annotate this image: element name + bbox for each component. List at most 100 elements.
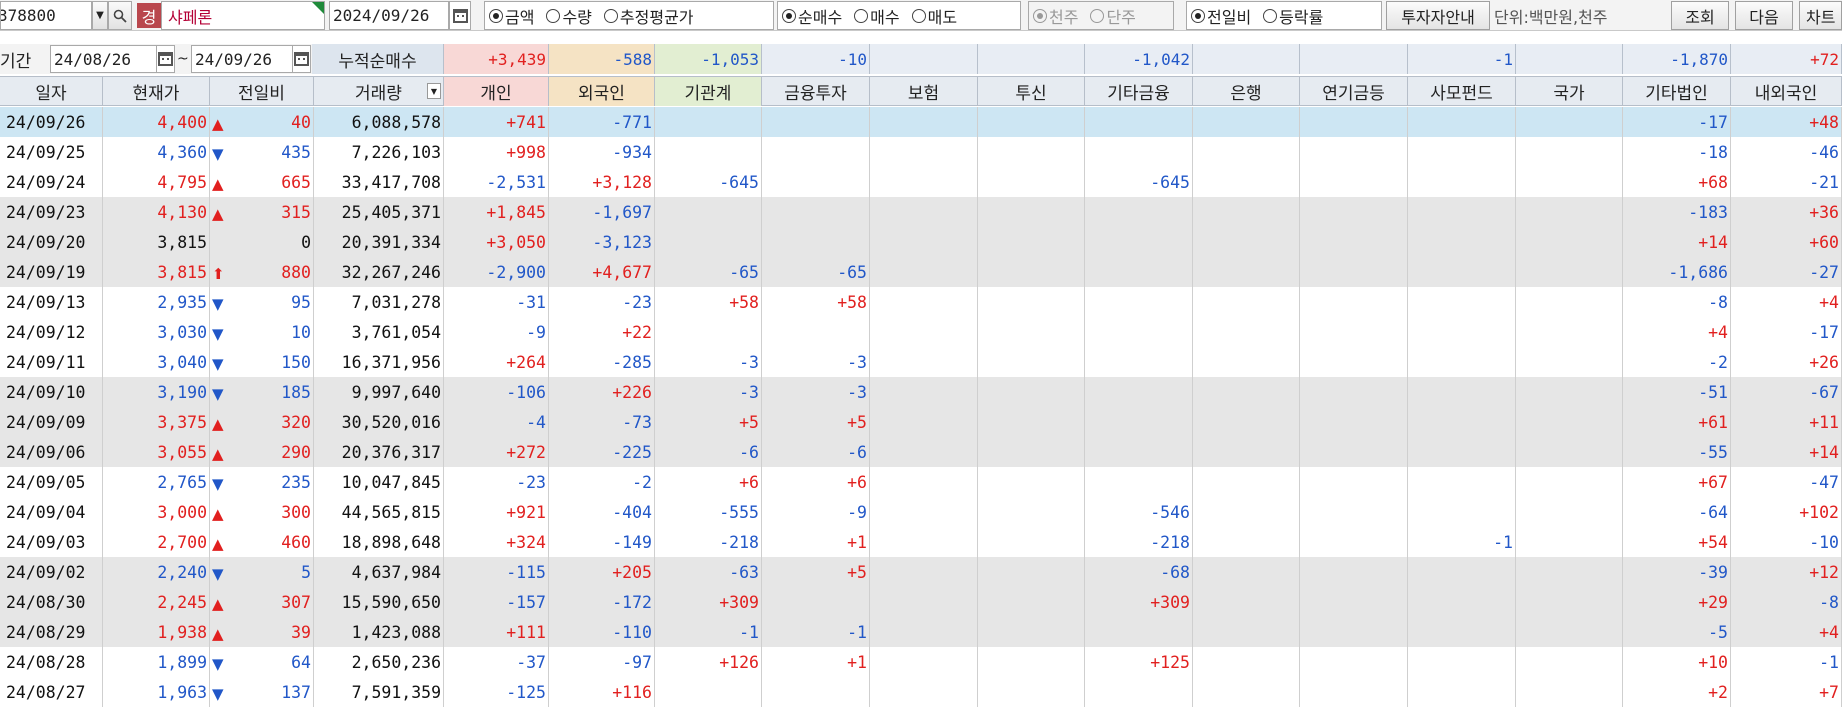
investor-cell	[1516, 287, 1623, 317]
column-header[interactable]: 일자	[0, 77, 103, 106]
table-row[interactable]: 24/08/28 1,899 ▼ 64 2,650,236 -37 -97 +126 +1 +12…	[0, 647, 1842, 677]
limit-up-arrow-icon: ⬆	[212, 265, 225, 283]
column-header[interactable]: 전일비	[210, 77, 314, 106]
compare-radio-0[interactable]: 전일비	[1191, 4, 1251, 28]
column-header[interactable]: 은행	[1193, 77, 1300, 106]
investor-cell	[978, 377, 1085, 407]
investor-cell: -8	[1731, 587, 1842, 617]
investor-cell: +272	[444, 437, 549, 467]
radio-dot-icon	[546, 8, 561, 23]
table-row[interactable]: 24/09/26 4,400 ▲ 40 6,088,578 +741 -771 -17 +48	[0, 107, 1842, 137]
investor-cell	[655, 677, 762, 707]
search-button[interactable]: 조회	[1671, 1, 1729, 30]
amount-radio-0[interactable]: 금액	[489, 4, 534, 28]
price-cell: 3,375	[103, 407, 210, 437]
code-dropdown-button[interactable]: ▼	[92, 1, 108, 30]
column-header[interactable]: 사모펀드	[1408, 77, 1516, 106]
trade-radio-0[interactable]: 순매수	[782, 4, 842, 28]
table-row[interactable]: 24/09/10 3,190 ▼ 185 9,997,640 -106 +226 -3 -3 -5…	[0, 377, 1842, 407]
change-cell: ▲ 39	[210, 617, 314, 647]
investor-cell	[1085, 317, 1193, 347]
volume-cell: 10,047,845	[314, 467, 444, 497]
trade-radio-1[interactable]: 매수	[854, 4, 900, 28]
column-header[interactable]: 기타법인	[1623, 77, 1731, 106]
column-header[interactable]: 내외국인	[1731, 77, 1842, 106]
stock-code-input[interactable]: 378800	[0, 1, 92, 30]
change-cell: ▼ 95	[210, 287, 314, 317]
investor-cell	[1516, 467, 1623, 497]
table-row[interactable]: 24/09/25 4,360 ▼ 435 7,226,103 +998 -934 -18 -46	[0, 137, 1842, 167]
triangle-up-icon: ▲	[212, 505, 224, 523]
triangle-down-icon: ▼	[212, 325, 224, 343]
table-row[interactable]: 24/09/09 3,375 ▲ 320 30,520,016 -4 -73 +5 +5 +61 +…	[0, 407, 1842, 437]
column-header-label: 은행	[1230, 84, 1262, 104]
column-header[interactable]: 연기금등	[1300, 77, 1408, 106]
investor-cell: -115	[444, 557, 549, 587]
period-to-input[interactable]: 24/09/26	[191, 45, 306, 73]
radio-dot-icon	[1263, 8, 1278, 23]
column-header[interactable]: 보험	[870, 77, 978, 106]
investor-cell	[1193, 557, 1300, 587]
table-row[interactable]: 24/09/13 2,935 ▼ 95 7,031,278 -31 -23 +58 +58 -8 +…	[0, 287, 1842, 317]
chart-button[interactable]: 차트	[1799, 1, 1842, 30]
period-from-calendar-button[interactable]	[156, 45, 175, 73]
period-to-text: 24/09/26	[195, 49, 273, 69]
calendar-button[interactable]	[449, 1, 471, 30]
investor-cell	[1516, 137, 1623, 167]
sort-dropdown-icon[interactable]: ▼	[427, 83, 441, 99]
scale-radio-0[interactable]: 천주	[1033, 4, 1078, 28]
table-row[interactable]: 24/09/11 3,040 ▼ 150 16,371,956 +264 -285 -3 -3-…	[0, 347, 1842, 377]
column-header[interactable]: 외국인	[549, 77, 655, 106]
column-header[interactable]: 투신	[978, 77, 1085, 106]
column-header-label: 국가	[1553, 84, 1585, 104]
table-row[interactable]: 24/09/23 4,130 ▲ 315 25,405,371 +1,845 -1,697 -…	[0, 197, 1842, 227]
trade-radio-2[interactable]: 매도	[911, 4, 957, 28]
column-header[interactable]: 현재가	[103, 77, 210, 106]
price-cell: 1,963	[103, 677, 210, 707]
table-row[interactable]: 24/09/24 4,795 ▲ 665 33,417,708 -2,531 +3,128-…	[0, 167, 1842, 197]
table-row[interactable]: 24/09/03 2,700 ▲ 460 18,898,648 +324 -149 -218 +…	[0, 527, 1842, 557]
amount-radio-2[interactable]: 추정평균가	[603, 4, 694, 28]
investor-cell	[1085, 617, 1193, 647]
investor-cell	[1408, 407, 1516, 437]
investor-cell: +7	[1731, 677, 1842, 707]
column-header[interactable]: 국가	[1516, 77, 1623, 106]
stock-name-field[interactable]: 샤페론	[161, 1, 325, 30]
table-row[interactable]: 24/08/27 1,963 ▼ 137 7,591,359 -125 +116 +2 +7	[0, 677, 1842, 707]
column-header-label: 투신	[1015, 84, 1047, 104]
calendar-icon	[158, 52, 173, 66]
date-input[interactable]: 2024/09/26	[329, 1, 449, 30]
table-row[interactable]: 24/09/02 2,240 ▼ 5 4,637,984 -115 +205 -63 +5 -68…	[0, 557, 1842, 587]
column-header[interactable]: 기관계	[655, 77, 762, 106]
table-row[interactable]: 24/08/30 2,245 ▲ 307 15,590,650 -157 -172 +309 +…	[0, 587, 1842, 617]
amount-radio-1[interactable]: 수량	[546, 4, 592, 28]
triangle-down-icon: ▼	[212, 385, 224, 403]
table-row[interactable]: 24/09/06 3,055 ▲ 290 20,376,317 +272 -225 -6 -6-…	[0, 437, 1842, 467]
price-cell: 2,240	[103, 557, 210, 587]
next-button[interactable]: 다음	[1735, 1, 1793, 30]
table-row[interactable]: 24/09/04 3,000 ▲ 300 44,565,815 +921 -404 -555-…	[0, 497, 1842, 527]
investor-cell	[1408, 227, 1516, 257]
compare-radio-label: 전일비	[1207, 7, 1252, 27]
table-row[interactable]: 24/09/20 3,815 0 20,391,334 +3,050 -3,123 +14 +…	[0, 227, 1842, 257]
scale-radio-1[interactable]: 단주	[1090, 4, 1136, 28]
investor-cell	[1193, 377, 1300, 407]
investor-guide-button[interactable]: 투자자안내	[1386, 1, 1490, 30]
investor-cell: +741	[444, 107, 549, 137]
period-from-input[interactable]: 24/08/26	[50, 45, 165, 73]
period-to-calendar-button[interactable]	[292, 45, 311, 73]
column-header[interactable]: 금융투자	[762, 77, 870, 106]
period-from-text: 24/08/26	[54, 49, 132, 69]
compare-radio-1[interactable]: 등락률	[1263, 4, 1323, 28]
table-row[interactable]: 24/08/29 1,938 ▲ 39 1,423,088 +111 -110 -1 -1 -5 +…	[0, 617, 1842, 647]
table-row[interactable]: 24/09/05 2,765 ▼ 235 10,047,845 -23 -2 +6 +6 +67-…	[0, 467, 1842, 497]
investor-cell	[978, 107, 1085, 137]
table-row[interactable]: 24/09/12 3,030 ▼ 10 3,761,054 -9 +22 +4 -17	[0, 317, 1842, 347]
column-header[interactable]: 기타금융	[1085, 77, 1193, 106]
investor-cell	[1408, 317, 1516, 347]
table-row[interactable]: 24/09/19 3,815 ⬆ 880 32,267,246 -2,900 +4,677-…	[0, 257, 1842, 287]
column-header[interactable]: 개인	[444, 77, 549, 106]
column-header[interactable]: 거래량 ▼	[314, 77, 444, 106]
warning-badge: 경	[137, 3, 161, 28]
code-search-button[interactable]	[108, 1, 132, 30]
